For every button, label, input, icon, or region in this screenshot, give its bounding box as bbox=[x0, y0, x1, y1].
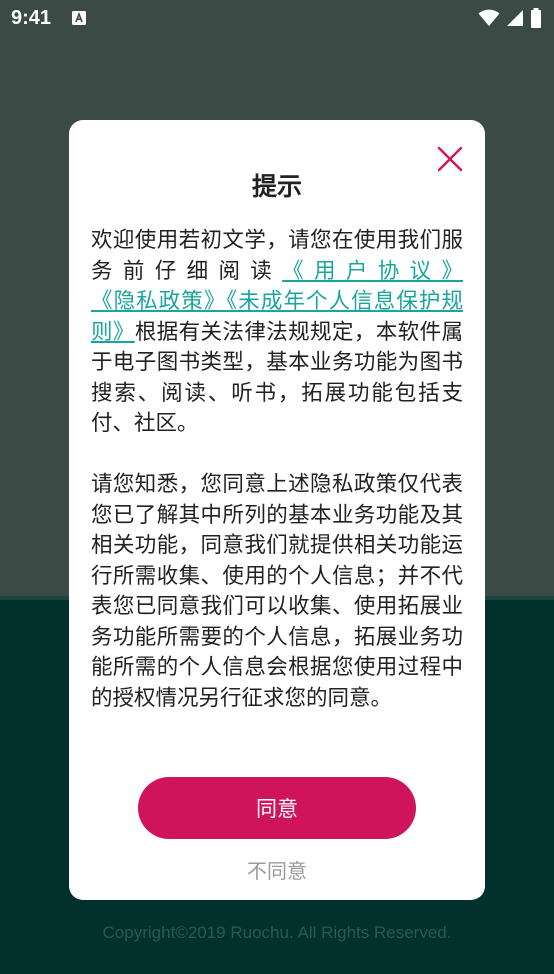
status-time: 9:41 bbox=[11, 7, 52, 29]
agree-button[interactable]: 同意 bbox=[138, 777, 416, 839]
wifi-icon bbox=[478, 9, 500, 26]
status-bar: 9:41 bbox=[0, 0, 554, 38]
cellular-signal-icon bbox=[507, 10, 523, 26]
disagree-button[interactable]: 不同意 bbox=[69, 855, 485, 884]
intro-rest-text: 根据有关法律法规规定，本软件属于电子图书类型，基本业务功能为图书搜索、阅读、听书… bbox=[91, 319, 463, 437]
status-icons bbox=[478, 8, 542, 28]
privacy-dialog: 提示 欢迎使用若初文学，请您在使用我们服务前仔细阅读《用户协议》《隐私政策》《未… bbox=[69, 120, 485, 900]
notice-paragraph: 请您知悉，您同意上述隐私政策仅代表您已了解其中所列的基本业务功能及其相关功能，同… bbox=[91, 472, 463, 711]
dialog-title: 提示 bbox=[251, 172, 302, 201]
copyright-text: Copyright©2019 Ruochu. All Rights Reserv… bbox=[102, 923, 452, 942]
dialog-body: 欢迎使用若初文学，请您在使用我们服务前仔细阅读《用户协议》《隐私政策》《未成年个… bbox=[91, 226, 463, 714]
privacy-policy-link[interactable]: 《隐私政策》 bbox=[91, 289, 226, 314]
battery-icon bbox=[531, 8, 541, 28]
user-agreement-link[interactable]: 《用户协议》 bbox=[282, 259, 463, 284]
a-icon bbox=[72, 11, 86, 25]
intro-paragraph: 欢迎使用若初文学，请您在使用我们服务前仔细阅读《用户协议》《隐私政策》《未成年个… bbox=[91, 226, 463, 440]
